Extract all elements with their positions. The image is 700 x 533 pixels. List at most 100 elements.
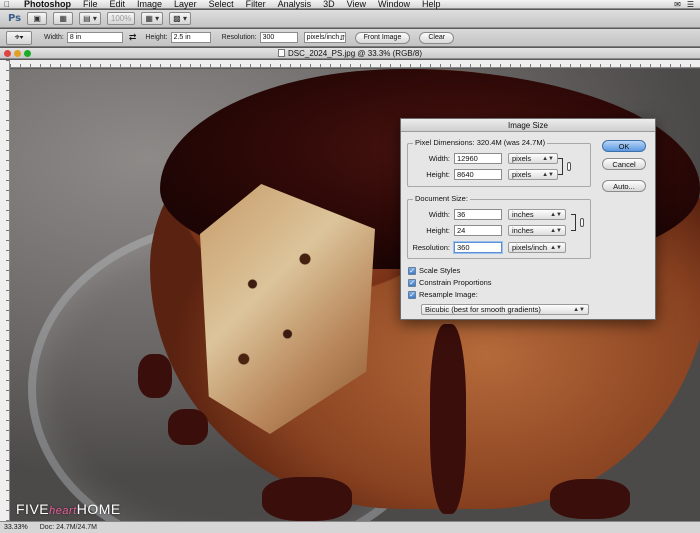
menu-file[interactable]: File	[77, 0, 104, 9]
glaze-drip	[168, 409, 208, 445]
arrange-documents-icon[interactable]: ▦ ▾	[141, 12, 164, 25]
glaze-drip	[430, 324, 466, 514]
watermark-logo: FIVEheartHOME	[16, 501, 121, 517]
minimize-window-button[interactable]	[14, 50, 21, 57]
pixel-height-label: Height:	[426, 170, 450, 179]
clear-button[interactable]: Clear	[419, 31, 455, 44]
bridge-icon[interactable]: ▣	[27, 12, 48, 25]
options-width-field[interactable]: 8 in	[66, 32, 123, 43]
document-title-bar: DSC_2024_PS.jpg @ 33.3% (RGB/8)	[0, 48, 700, 59]
status-doc-size[interactable]: Doc: 24.7M/24.7M	[40, 524, 97, 531]
resolution-label: Resolution:	[221, 34, 257, 41]
apple-icon[interactable]: 	[0, 0, 14, 9]
pixel-dimensions-label: Pixel Dimensions:	[415, 138, 475, 147]
zoom-window-button[interactable]	[24, 50, 31, 57]
screen-mode-icon[interactable]: ▩ ▾	[169, 12, 191, 25]
doc-height-unit: inches	[512, 226, 534, 235]
menu-window[interactable]: Window	[372, 0, 416, 9]
pixel-height-unit: pixels	[512, 170, 532, 179]
pixel-width-unit: pixels	[512, 154, 532, 163]
resolution-field[interactable]: 360	[454, 242, 502, 253]
chain-link-icon	[567, 162, 571, 171]
resolution-unit: pixels/inch	[512, 243, 548, 252]
crop-tool-icon[interactable]: ⌖▾	[6, 30, 32, 45]
dialog-title: Image Size	[401, 119, 655, 132]
watermark-part-1: FIVE	[16, 501, 50, 517]
menu-help[interactable]: Help	[416, 0, 447, 9]
doc-height-field[interactable]: 24	[454, 225, 502, 236]
doc-width-row: Width: 36 inches ▲▼	[408, 209, 566, 220]
vertical-ruler[interactable]	[0, 60, 10, 521]
zoom-level-select[interactable]: 100%	[106, 12, 136, 25]
wifi-icon[interactable]: ☰	[687, 0, 694, 9]
chevron-down-icon: ▲▼	[542, 171, 554, 178]
width-label: Width:	[44, 34, 64, 41]
options-height-field[interactable]: 2.5 in	[170, 32, 211, 43]
front-image-button[interactable]: Front Image	[354, 31, 411, 44]
cancel-button[interactable]: Cancel	[602, 158, 646, 170]
menu-analysis[interactable]: Analysis	[272, 0, 318, 9]
options-resolution-unit: pixels/inch	[306, 34, 340, 41]
doc-height-row: Height: 24 inches ▲▼	[408, 225, 566, 236]
checkmark-icon: ✓	[408, 278, 416, 287]
pixel-width-unit-select[interactable]: pixels ▲▼	[508, 153, 558, 164]
pixel-width-field[interactable]: 12960	[454, 153, 502, 164]
pixel-dimensions-value: 320.4M (was 24.7M)	[476, 138, 546, 147]
constrain-proportions-checkbox[interactable]: ✓ Constrain Proportions	[408, 278, 492, 287]
pixel-width-row: Width: 12960 pixels ▲▼	[408, 153, 558, 164]
mail-icon[interactable]: ✉	[674, 0, 681, 9]
resolution-unit-select[interactable]: pixels/inch ▲▼	[508, 242, 566, 253]
status-zoom[interactable]: 33.33%	[4, 524, 28, 531]
menu-3d[interactable]: 3D	[317, 0, 341, 9]
menu-bar:  Photoshop File Edit Image Layer Select…	[0, 0, 700, 9]
glaze-drip	[138, 354, 172, 398]
resample-image-label: Resample Image:	[419, 290, 478, 299]
chain-link-icon	[580, 218, 584, 227]
doc-width-unit-select[interactable]: inches ▲▼	[508, 209, 566, 220]
resample-image-checkbox[interactable]: ✓ Resample Image:	[408, 290, 478, 299]
resample-method-select[interactable]: Bicubic (best for smooth gradients) ▲▼	[421, 304, 589, 315]
menu-view[interactable]: View	[341, 0, 372, 9]
menu-layer[interactable]: Layer	[168, 0, 203, 9]
ok-button[interactable]: OK	[602, 140, 646, 152]
document-title: DSC_2024_PS.jpg @ 33.3% (RGB/8)	[288, 48, 422, 58]
pixel-height-field[interactable]: 8640	[454, 169, 502, 180]
options-resolution-field[interactable]: 300	[259, 32, 298, 43]
doc-width-unit: inches	[512, 210, 534, 219]
options-resolution-unit-select[interactable]: pixels/inch ⇵	[303, 32, 346, 43]
scale-styles-checkbox[interactable]: ✓ Scale Styles	[408, 266, 460, 275]
pixel-dimensions-legend: Pixel Dimensions: 320.4M (was 24.7M)	[413, 138, 548, 147]
chevron-down-icon: ▲▼	[550, 211, 562, 218]
watermark-part-2: heart	[49, 505, 77, 517]
chevron-down-icon: ▲▼	[550, 227, 562, 234]
watermark-part-3: HOME	[76, 501, 121, 517]
doc-width-field[interactable]: 36	[454, 209, 502, 220]
options-bar: ⌖▾ Width: 8 in ⇄ Height: 2.5 in Resoluti…	[0, 29, 700, 47]
menu-select[interactable]: Select	[203, 0, 240, 9]
view-extras-icon[interactable]: ▤ ▾	[79, 12, 101, 25]
menu-image[interactable]: Image	[131, 0, 168, 9]
status-bar: 33.33% Doc: 24.7M/24.7M	[0, 521, 700, 533]
menu-filter[interactable]: Filter	[240, 0, 272, 9]
close-window-button[interactable]	[4, 50, 11, 57]
window-controls	[4, 50, 31, 57]
pixel-height-row: Height: 8640 pixels ▲▼	[408, 169, 558, 180]
pixel-dimensions-group: Pixel Dimensions: 320.4M (was 24.7M)	[407, 138, 591, 187]
resolution-row: Resolution: 360 pixels/inch ▲▼	[408, 242, 566, 253]
constrain-proportions-label: Constrain Proportions	[419, 278, 492, 287]
doc-width-label: Width:	[428, 210, 450, 219]
checkmark-icon: ✓	[408, 290, 416, 299]
menu-photoshop[interactable]: Photoshop	[14, 0, 77, 9]
auto-button[interactable]: Auto...	[602, 180, 646, 192]
document-link-bracket	[571, 214, 576, 231]
menu-edit[interactable]: Edit	[104, 0, 132, 9]
photoshop-logo: Ps	[8, 13, 22, 24]
swap-icon[interactable]: ⇄	[129, 32, 137, 43]
document-icon	[278, 49, 286, 57]
horizontal-ruler[interactable]	[10, 60, 700, 68]
doc-height-label: Height:	[426, 226, 450, 235]
pixel-link-bracket	[558, 158, 563, 175]
pixel-height-unit-select[interactable]: pixels ▲▼	[508, 169, 558, 180]
mini-bridge-icon[interactable]: ▦	[53, 12, 74, 25]
doc-height-unit-select[interactable]: inches ▲▼	[508, 225, 566, 236]
